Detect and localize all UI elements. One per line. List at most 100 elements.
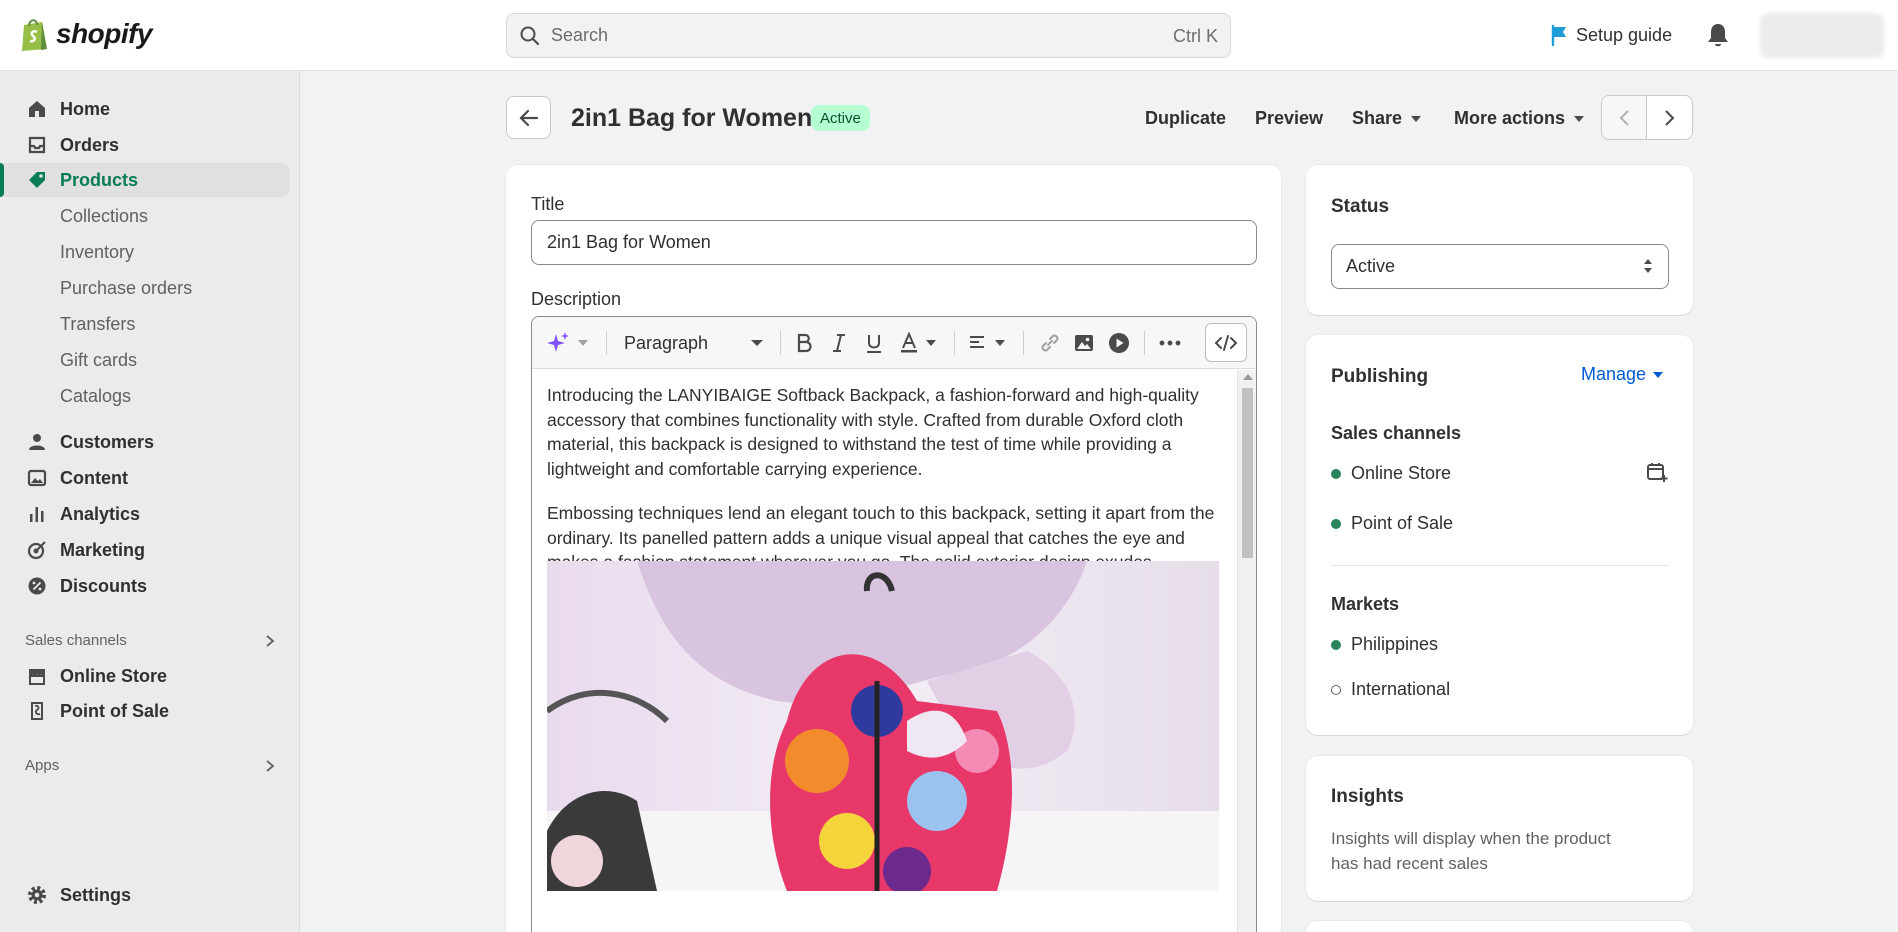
insert-video-button[interactable] xyxy=(1108,331,1130,355)
manage-label: Manage xyxy=(1581,364,1647,384)
share-label: Share xyxy=(1352,108,1403,128)
account-menu[interactable] xyxy=(1760,13,1884,58)
shopify-logo[interactable]: shopify xyxy=(20,16,153,52)
insights-card-title: Insights xyxy=(1331,786,1404,807)
chevron-left-icon xyxy=(1619,109,1629,126)
sidebar-item-marketing[interactable]: Marketing xyxy=(0,533,290,567)
discount-icon xyxy=(26,575,48,597)
text-color-icon xyxy=(901,332,917,353)
manage-publishing-button[interactable]: Manage xyxy=(1581,364,1664,385)
sidebar-item-orders[interactable]: Orders xyxy=(0,128,290,162)
share-button[interactable]: Share xyxy=(1352,108,1422,129)
publishing-card: Publishing Manage Sales channels Online … xyxy=(1306,335,1693,735)
title-input[interactable] xyxy=(531,220,1257,265)
insert-link-button[interactable] xyxy=(1039,331,1061,355)
underline-button[interactable] xyxy=(864,331,884,355)
sidebar-item-label: Home xyxy=(60,98,111,119)
channel-online-store: Online Store xyxy=(1331,463,1451,484)
bar-chart-icon xyxy=(26,503,48,525)
bold-button[interactable] xyxy=(794,331,814,355)
insert-image-button[interactable] xyxy=(1074,331,1094,355)
duplicate-button[interactable]: Duplicate xyxy=(1145,108,1226,129)
sidebar-item-label: Point of Sale xyxy=(60,700,170,721)
editor-scrollbar[interactable] xyxy=(1237,370,1256,932)
inbox-icon xyxy=(26,134,48,156)
active-dot xyxy=(1331,518,1341,529)
active-dot xyxy=(1331,468,1341,479)
show-html-button[interactable] xyxy=(1205,323,1247,362)
product-pager xyxy=(1601,95,1693,140)
sidebar-item-content[interactable]: Content xyxy=(0,461,290,495)
sidebar-item-customers[interactable]: Customers xyxy=(0,425,290,459)
preview-button[interactable]: Preview xyxy=(1255,108,1323,129)
channel-point-of-sale: Point of Sale xyxy=(1331,513,1453,534)
more-actions-button[interactable]: More actions xyxy=(1454,108,1585,129)
italic-icon xyxy=(833,334,845,352)
status-card: Status Active xyxy=(1306,165,1693,315)
back-button[interactable] xyxy=(506,96,551,139)
search-bar[interactable]: Ctrl K xyxy=(506,13,1231,58)
sidebar-item-label: Products xyxy=(60,169,139,190)
align-left-icon xyxy=(970,336,984,348)
more-actions-label: More actions xyxy=(1454,108,1566,128)
scroll-thumb[interactable] xyxy=(1242,388,1253,558)
product-details-card: Title Description Paragraph xyxy=(506,165,1281,932)
italic-button[interactable] xyxy=(829,331,849,355)
product-video-thumbnail[interactable] xyxy=(547,561,1219,891)
tag-icon xyxy=(26,169,48,191)
setup-guide-button[interactable]: Setup guide xyxy=(1550,24,1672,46)
search-icon xyxy=(520,26,540,45)
editor-toolbar: Paragraph xyxy=(532,317,1256,369)
shopify-bag-icon xyxy=(22,19,47,51)
notifications-button[interactable] xyxy=(1706,22,1730,53)
sparkle-icon xyxy=(547,332,569,352)
sidebar-subitem-transfers[interactable]: Transfers xyxy=(60,309,135,339)
brand-name: shopify xyxy=(56,18,153,49)
caret-down-icon xyxy=(1574,115,1585,122)
sales-channels-label: Sales channels xyxy=(25,632,127,649)
more-formatting-button[interactable] xyxy=(1159,331,1181,355)
image-icon xyxy=(26,467,48,489)
schedule-publishing-button[interactable] xyxy=(1646,461,1668,488)
description-paragraph: Introducing the LANYIBAIGE Softback Back… xyxy=(547,385,1199,479)
sidebar-subitem-gift-cards[interactable]: Gift cards xyxy=(60,345,137,375)
person-icon xyxy=(26,431,48,453)
title-label: Title xyxy=(531,194,565,214)
caret-down-icon xyxy=(578,340,588,346)
next-product-button[interactable] xyxy=(1647,96,1692,139)
search-input[interactable] xyxy=(551,25,1151,46)
status-select[interactable]: Active xyxy=(1331,244,1669,289)
sidebar-subitem-purchase-orders[interactable]: Purchase orders xyxy=(60,273,192,303)
page-title: 2in1 Bag for Women xyxy=(571,104,813,132)
sidebar-item-label: Discounts xyxy=(60,575,148,596)
apps-section[interactable]: Apps xyxy=(25,757,275,774)
text-color-button[interactable] xyxy=(899,331,937,355)
home-icon xyxy=(26,98,48,120)
market-label: International xyxy=(1351,679,1451,699)
sidebar-subitem-catalogs[interactable]: Catalogs xyxy=(60,381,131,411)
status-select-value: Active xyxy=(1346,256,1396,276)
underline-icon xyxy=(867,335,881,353)
sidebar-item-analytics[interactable]: Analytics xyxy=(0,497,290,531)
sidebar-item-point-of-sale[interactable]: Point of Sale xyxy=(0,694,290,728)
duplicate-label: Duplicate xyxy=(1145,108,1227,128)
sidebar-item-discounts[interactable]: Discounts xyxy=(0,569,290,603)
status-badge: Active xyxy=(811,105,870,131)
sidebar-item-online-store[interactable]: Online Store xyxy=(0,659,290,693)
previous-product-button[interactable] xyxy=(1602,96,1648,139)
paragraph-format-select[interactable]: Paragraph xyxy=(624,331,764,355)
sidebar-item-label: Customers xyxy=(60,431,155,452)
sidebar-item-label: Marketing xyxy=(60,539,146,560)
sidebar-item-products[interactable]: Products xyxy=(0,163,290,197)
alignment-button[interactable] xyxy=(968,331,1006,355)
sidebar-subitem-collections[interactable]: Collections xyxy=(60,201,148,231)
sales-channels-section[interactable]: Sales channels xyxy=(25,632,275,649)
publishing-card-title: Publishing xyxy=(1331,366,1429,387)
scroll-up-arrow[interactable] xyxy=(1243,374,1253,380)
sidebar-item-home[interactable]: Home xyxy=(0,92,290,126)
sidebar-subitem-inventory[interactable]: Inventory xyxy=(60,237,134,267)
caret-down-icon xyxy=(995,340,1005,346)
ai-generate-button[interactable] xyxy=(546,331,590,355)
caret-down-icon xyxy=(1653,371,1664,378)
sidebar-item-settings[interactable]: Settings xyxy=(0,878,290,912)
